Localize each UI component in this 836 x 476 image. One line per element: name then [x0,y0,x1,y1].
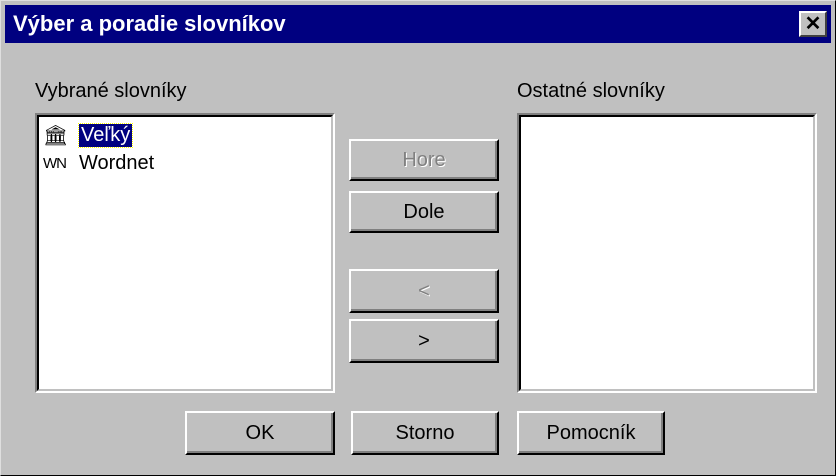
help-button[interactable]: Pomocník [517,411,665,455]
down-button[interactable]: Dole [349,191,499,233]
list-item-label: Veľký [77,122,134,148]
up-button[interactable]: Hore [349,139,499,181]
selected-dictionaries-label: Vybrané slovníky [35,80,187,102]
list-item-label: Wordnet [79,151,155,174]
list-item-wordnet[interactable]: WN Wordnet [43,149,154,177]
close-button[interactable]: ✕ [799,11,827,37]
move-right-button[interactable]: > [349,319,499,363]
list-item-velky[interactable]: 🏛 Veľký [43,121,134,149]
cancel-button[interactable]: Storno [351,411,499,455]
wn-text-icon: WN [43,154,67,172]
ok-button[interactable]: OK [185,411,335,455]
dictionary-order-dialog: Výber a poradie slovníkov ✕ Vybrané slov… [0,0,836,476]
selected-dictionaries-list[interactable]: 🏛 Veľký WN Wordnet [35,113,335,393]
dialog-title: Výber a poradie slovníkov [13,11,286,36]
other-dictionaries-label: Ostatné slovníky [517,80,665,102]
bank-icon: 🏛 [43,124,69,147]
title-bar: Výber a poradie slovníkov ✕ [5,5,831,43]
move-left-button[interactable]: < [349,269,499,313]
close-icon: ✕ [804,13,822,35]
other-dictionaries-list[interactable] [517,113,817,393]
